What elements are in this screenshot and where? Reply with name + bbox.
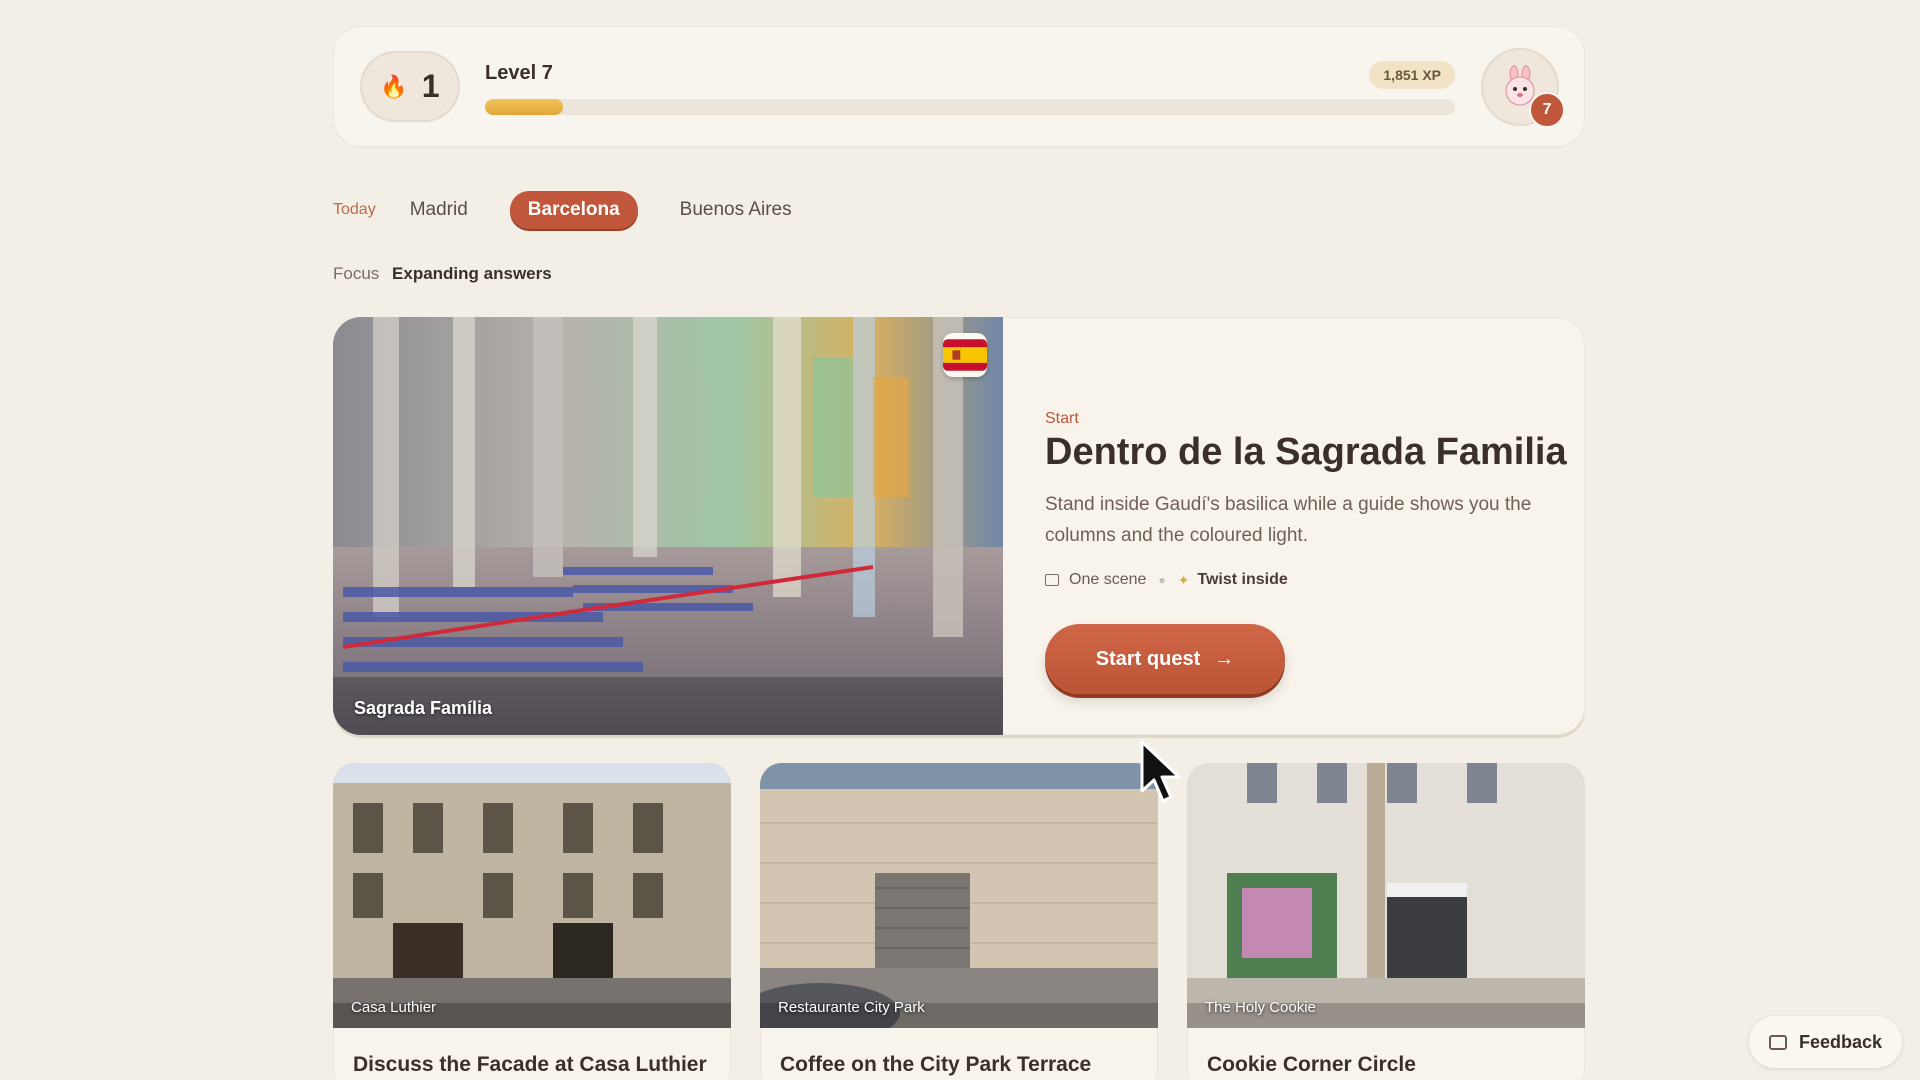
card-image-caption: Restaurante City Park: [778, 999, 925, 1016]
start-quest-label: Start quest: [1095, 647, 1201, 670]
card-title: Cookie Corner Circle: [1207, 1053, 1416, 1076]
card-image: Restaurante City Park: [760, 763, 1158, 1028]
card-image-caption: Casa Luthier: [351, 999, 437, 1016]
focus-label: Focus: [333, 264, 380, 283]
streak-count: 1: [421, 68, 440, 104]
hero-content: Start Dentro de la Sagrada Familia Stand…: [1045, 317, 1567, 735]
quest-card-city-park[interactable]: Restaurante City Park Coffee on the City…: [760, 763, 1158, 1080]
feedback-button[interactable]: Feedback: [1748, 1016, 1902, 1068]
tab-buenos-aires[interactable]: Buenos Aires: [662, 191, 810, 229]
quest-description: Stand inside Gaudí's basilica while a gu…: [1045, 494, 1532, 546]
main-column: 🔥 1 Level 7 1,851 XP 7 Today Madrid Barc…: [333, 26, 1585, 1080]
avatar[interactable]: 7: [1481, 48, 1565, 128]
streak-counter[interactable]: 🔥 1: [360, 51, 460, 122]
spain-flag-icon: [943, 333, 987, 377]
level-progress-bar: [485, 99, 1455, 115]
avatar-level-badge: 7: [1529, 92, 1565, 128]
scene-icon: [1045, 574, 1059, 586]
arrow-right-icon: →: [1214, 647, 1235, 670]
featured-quest-card: Sagrada Família Start Dentro de la Sagra…: [333, 317, 1585, 735]
chat-bubble-icon: [1768, 1034, 1787, 1050]
card-image: The Holy Cookie: [1187, 763, 1585, 1028]
card-image: Casa Luthier: [333, 763, 731, 1028]
flame-icon: 🔥: [380, 73, 408, 99]
quest-card-holy-cookie[interactable]: The Holy Cookie Cookie Corner Circle: [1187, 763, 1585, 1080]
card-title: Coffee on the City Park Terrace: [780, 1053, 1092, 1076]
quest-card-grid: Casa Luthier Discuss the Facade at Casa …: [333, 763, 1585, 1080]
start-quest-button[interactable]: Start quest →: [1045, 624, 1285, 694]
meta-scene: One scene: [1069, 571, 1147, 588]
card-image-caption: The Holy Cookie: [1205, 999, 1316, 1016]
quest-eyebrow: Start: [1045, 410, 1079, 427]
xp-badge: 1,851 XP: [1369, 61, 1455, 89]
meta-twist: Twist inside: [1197, 571, 1288, 588]
tab-barcelona[interactable]: Barcelona: [509, 191, 638, 229]
level-progress-fill: [485, 99, 563, 115]
focus-value: Expanding answers: [392, 264, 552, 283]
quest-card-casa-luthier[interactable]: Casa Luthier Discuss the Facade at Casa …: [333, 763, 731, 1080]
focus-line: Focus Expanding answers: [333, 264, 552, 284]
level-label: Level 7: [485, 62, 553, 84]
tab-today[interactable]: Today: [333, 201, 376, 219]
card-title: Discuss the Facade at Casa Luthier: [353, 1053, 707, 1076]
quest-title: Dentro de la Sagrada Familia: [1045, 431, 1567, 473]
hero-image-caption: Sagrada Família: [354, 698, 493, 718]
sparkle-icon: ✦: [1177, 571, 1190, 588]
feedback-label: Feedback: [1798, 1031, 1882, 1052]
meta-separator: ●: [1158, 573, 1166, 587]
status-bar: 🔥 1 Level 7 1,851 XP 7: [333, 26, 1585, 147]
mouse-cursor-icon: [1140, 740, 1181, 803]
hero-image: Sagrada Família: [333, 317, 1003, 735]
quest-meta: One scene ● ✦ Twist inside: [1045, 571, 1288, 589]
tab-madrid[interactable]: Madrid: [410, 191, 486, 229]
city-tabs: Today Madrid Barcelona Buenos Aires: [333, 190, 834, 230]
